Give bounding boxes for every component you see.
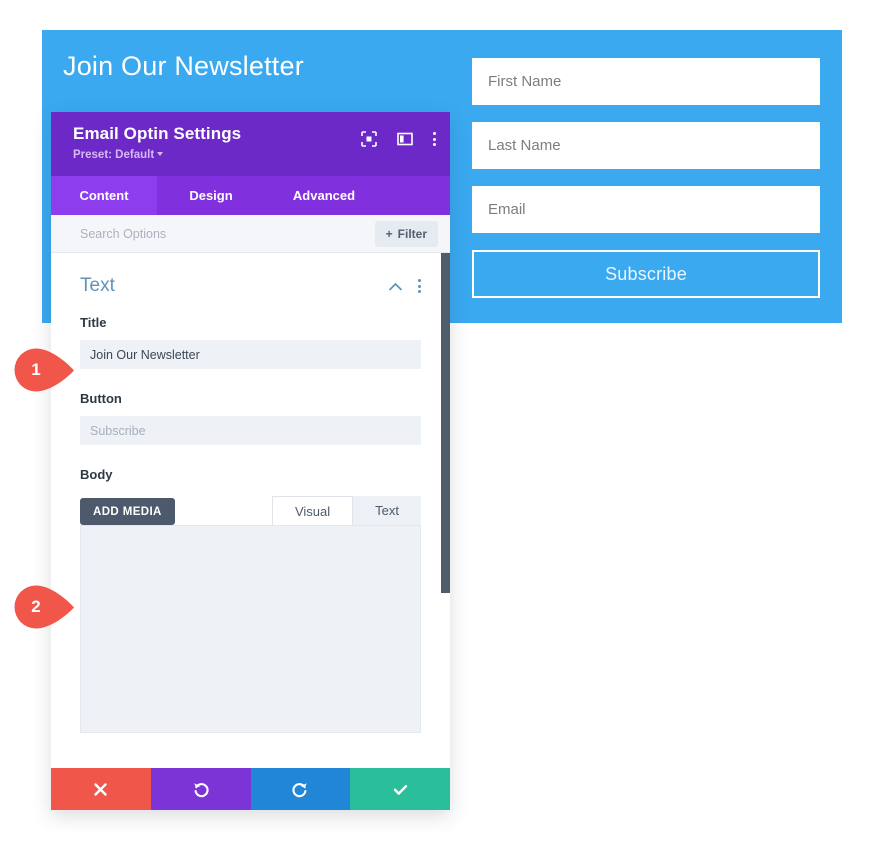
panel-title: Email Optin Settings bbox=[73, 124, 242, 143]
chevron-up-icon[interactable] bbox=[389, 282, 402, 291]
preset-label: Preset: Default bbox=[73, 149, 155, 161]
plus-icon: + bbox=[385, 226, 393, 241]
tab-content[interactable]: Content bbox=[51, 176, 157, 215]
email-field[interactable]: Email bbox=[472, 186, 820, 233]
optin-preview-title: Join Our Newsletter bbox=[63, 51, 304, 81]
panel-header-actions bbox=[361, 131, 436, 147]
last-name-field[interactable]: Last Name bbox=[472, 122, 820, 169]
panel-header: Email Optin Settings Preset: Default bbox=[51, 112, 450, 176]
search-input[interactable]: Search Options bbox=[80, 227, 375, 241]
close-icon bbox=[94, 782, 108, 796]
body-textarea[interactable] bbox=[80, 525, 421, 733]
filter-label: Filter bbox=[397, 226, 427, 241]
body-field-label: Body bbox=[80, 467, 113, 482]
panel-tabs: Content Design Advanced bbox=[51, 176, 450, 215]
scrollbar-thumb[interactable] bbox=[441, 253, 450, 593]
layout-icon[interactable] bbox=[397, 131, 413, 147]
title-input[interactable]: Join Our Newsletter bbox=[80, 340, 421, 369]
first-name-field[interactable]: First Name bbox=[472, 58, 820, 105]
editor-tab-text[interactable]: Text bbox=[353, 496, 421, 525]
search-bar: Search Options + Filter bbox=[51, 215, 450, 253]
callout-marker-2: 2 bbox=[14, 585, 76, 629]
filter-button[interactable]: + Filter bbox=[374, 220, 438, 247]
cancel-button[interactable] bbox=[51, 768, 151, 810]
title-field-label: Title bbox=[80, 315, 107, 330]
panel-scrollbar[interactable] bbox=[441, 253, 450, 768]
editor-tab-visual[interactable]: Visual bbox=[271, 496, 354, 525]
kebab-menu-icon[interactable] bbox=[433, 132, 436, 146]
section-title: Text bbox=[80, 275, 115, 296]
expand-icon[interactable] bbox=[361, 131, 377, 147]
check-icon bbox=[393, 784, 407, 795]
undo-icon bbox=[193, 783, 209, 798]
callout-number: 1 bbox=[31, 360, 41, 379]
email-optin-settings-panel: Email Optin Settings Preset: Default Con… bbox=[51, 112, 450, 810]
editor-toolbar: ADD MEDIA Visual Text bbox=[80, 492, 421, 525]
tab-design[interactable]: Design bbox=[157, 176, 265, 215]
panel-body: Text Title Join Our Newsletter Button Su… bbox=[51, 253, 450, 768]
editor-mode-tabs: Visual Text bbox=[271, 496, 421, 525]
chevron-down-icon bbox=[157, 152, 164, 156]
callout-marker-1: 1 bbox=[14, 348, 76, 392]
kebab-menu-icon[interactable] bbox=[418, 279, 421, 293]
callout-number: 2 bbox=[31, 597, 41, 616]
panel-footer-actions bbox=[51, 768, 450, 810]
subscribe-button[interactable]: Subscribe bbox=[472, 250, 820, 298]
undo-button[interactable] bbox=[150, 768, 251, 810]
redo-button[interactable] bbox=[250, 768, 351, 810]
optin-preview-form: First Name Last Name Email Subscribe bbox=[472, 58, 820, 298]
add-media-button[interactable]: ADD MEDIA bbox=[80, 498, 175, 525]
button-input[interactable]: Subscribe bbox=[80, 416, 421, 445]
text-section-header: Text bbox=[80, 253, 421, 315]
button-field-label: Button bbox=[80, 391, 122, 406]
preset-selector[interactable]: Preset: Default bbox=[73, 149, 164, 161]
save-button[interactable] bbox=[350, 768, 450, 810]
redo-icon bbox=[292, 783, 308, 798]
tab-advanced[interactable]: Advanced bbox=[265, 176, 383, 215]
